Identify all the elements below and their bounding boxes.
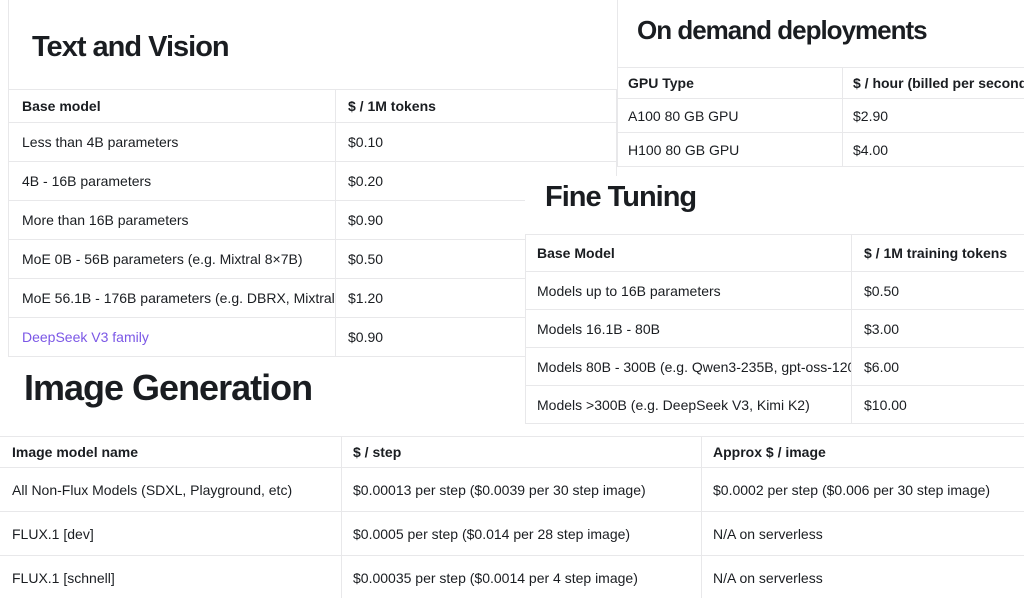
cell-image-price: N/A on serverless xyxy=(702,512,1024,556)
cell-price: $10.00 xyxy=(852,386,1024,424)
cell-model: DeepSeek V3 family xyxy=(9,318,336,357)
deepseek-v3-family-link[interactable]: DeepSeek V3 family xyxy=(22,329,149,345)
cell-gpu: H100 80 GB GPU xyxy=(618,133,843,167)
cell-model: FLUX.1 [dev] xyxy=(0,512,342,556)
pricing-page: Text and Vision Base model $ / 1M tokens… xyxy=(0,0,1024,598)
cell-step-price: $0.00035 per step ($0.0014 per 4 step im… xyxy=(342,556,702,598)
cell-price: $6.00 xyxy=(852,348,1024,386)
column-header-price-per-step: $ / step xyxy=(342,437,702,468)
table-row: A100 80 GB GPU $2.90 xyxy=(618,99,1024,133)
cell-model: MoE 0B - 56B parameters (e.g. Mixtral 8×… xyxy=(9,240,336,279)
table-row: FLUX.1 [dev] $0.0005 per step ($0.014 pe… xyxy=(0,512,1024,556)
card-divider xyxy=(617,0,618,68)
cell-price: $4.00 xyxy=(843,133,1024,167)
cell-model: Models 80B - 300B (e.g. Qwen3-235B, gpt-… xyxy=(526,348,852,386)
cell-model: More than 16B parameters xyxy=(9,201,336,240)
fine-tuning-title: Fine Tuning xyxy=(545,181,696,214)
table-row: Less than 4B parameters $0.10 xyxy=(9,123,617,162)
cell-model: Models 16.1B - 80B xyxy=(526,310,852,348)
fine-tuning-card: Fine Tuning Base Model $ / 1M training t… xyxy=(525,176,1024,423)
cell-price: $0.10 xyxy=(336,123,617,162)
on-demand-title: On demand deployments xyxy=(637,15,927,46)
fine-tuning-table: Base Model $ / 1M training tokens Models… xyxy=(525,234,1024,424)
cell-step-price: $0.00013 per step ($0.0039 per 30 step i… xyxy=(342,468,702,512)
table-row: Models up to 16B parameters $0.50 xyxy=(526,272,1024,310)
image-generation-table: Image model name $ / step Approx $ / ima… xyxy=(0,436,1024,598)
column-header-base-model: Base model xyxy=(9,90,336,123)
table-row: H100 80 GB GPU $4.00 xyxy=(618,133,1024,167)
cell-gpu: A100 80 GB GPU xyxy=(618,99,843,133)
cell-image-price: N/A on serverless xyxy=(702,556,1024,598)
cell-model: Models up to 16B parameters xyxy=(526,272,852,310)
cell-model: Less than 4B parameters xyxy=(9,123,336,162)
cell-price: $3.00 xyxy=(852,310,1024,348)
cell-model: Models >300B (e.g. DeepSeek V3, Kimi K2) xyxy=(526,386,852,424)
table-row: All Non-Flux Models (SDXL, Playground, e… xyxy=(0,468,1024,512)
image-generation-title: Image Generation xyxy=(24,367,312,409)
text-vision-title: Text and Vision xyxy=(32,31,229,64)
cell-image-price: $0.0002 per step ($0.006 per 30 step ima… xyxy=(702,468,1024,512)
column-header-price-per-hour: $ / hour (billed per second) xyxy=(843,68,1024,99)
column-header-price-training-tokens: $ / 1M training tokens xyxy=(852,235,1024,272)
column-header-gpu-type: GPU Type xyxy=(618,68,843,99)
cell-model: FLUX.1 [schnell] xyxy=(0,556,342,598)
column-header-image-model-name: Image model name xyxy=(0,437,342,468)
table-row: FLUX.1 [schnell] $0.00035 per step ($0.0… xyxy=(0,556,1024,598)
on-demand-table: GPU Type $ / hour (billed per second) A1… xyxy=(617,67,1024,167)
table-row: Models 16.1B - 80B $3.00 xyxy=(526,310,1024,348)
table-row: Models >300B (e.g. DeepSeek V3, Kimi K2)… xyxy=(526,386,1024,424)
cell-price: $0.50 xyxy=(852,272,1024,310)
cell-price: $2.90 xyxy=(843,99,1024,133)
column-header-price-1m-tokens: $ / 1M tokens xyxy=(336,90,617,123)
column-header-base-model: Base Model xyxy=(526,235,852,272)
cell-model: 4B - 16B parameters xyxy=(9,162,336,201)
column-header-approx-price-per-image: Approx $ / image xyxy=(702,437,1024,468)
cell-model: All Non-Flux Models (SDXL, Playground, e… xyxy=(0,468,342,512)
table-row: Models 80B - 300B (e.g. Qwen3-235B, gpt-… xyxy=(526,348,1024,386)
cell-model: MoE 56.1B - 176B parameters (e.g. DBRX, … xyxy=(9,279,336,318)
cell-step-price: $0.0005 per step ($0.014 per 28 step ima… xyxy=(342,512,702,556)
